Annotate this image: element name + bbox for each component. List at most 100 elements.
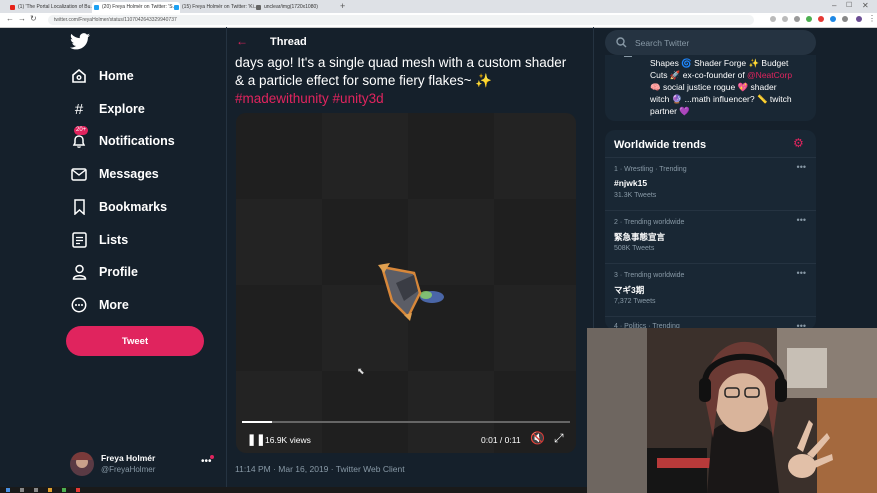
trend-count: 508K Tweets [614, 245, 655, 252]
account-handle: @FreyaHolmer [101, 465, 156, 474]
person-icon [70, 263, 88, 281]
reload-icon[interactable]: ↻ [30, 14, 37, 23]
new-tab-icon[interactable]: + [340, 1, 345, 11]
video-time: 0:01 / 0:11 [481, 435, 521, 445]
tweet-timestamp: 11:14 PM · Mar 16, 2019 · Twitter Web Cl… [235, 464, 405, 474]
nav-label: Explore [99, 102, 145, 116]
fullscreen-icon[interactable]: ⤢ [554, 431, 564, 446]
nav-home[interactable]: Home [70, 63, 134, 89]
trend-count: 31.3K Tweets [614, 192, 657, 199]
more-dots-icon[interactable]: ••• [797, 215, 806, 225]
extension-icon[interactable] [842, 16, 848, 22]
forward-arrow-icon[interactable]: → [18, 14, 26, 23]
avatar [70, 452, 94, 476]
pause-icon[interactable]: ❚❚ [247, 433, 265, 446]
twitter-favicon-icon [94, 5, 99, 10]
tweet-text-line-2: & a particle effect for some fiery flake… [235, 73, 585, 89]
nav-more[interactable]: More [70, 292, 129, 318]
taskbar-app-icon[interactable] [34, 488, 38, 492]
video-player[interactable]: ⬉ ❚❚ 16.9K views 0:01 / 0:11 🔇 ⤢ [236, 113, 576, 453]
nav-label: Notifications [99, 134, 175, 148]
twitter-logo-icon[interactable] [70, 33, 90, 55]
taskbar-app-icon[interactable] [62, 488, 66, 492]
trend-name: マギ3期 [614, 285, 645, 295]
nav-profile[interactable]: Profile [70, 259, 138, 285]
nav-label: More [99, 298, 129, 312]
url-field[interactable]: twitter.com/FreyaHolmer/status/110704264… [48, 15, 754, 25]
menu-kebab-icon[interactable]: ⋮ [868, 14, 876, 23]
nav-notifications[interactable]: 20+ Notifications [70, 126, 175, 154]
youtube-icon [10, 5, 15, 10]
trend-name: 緊急事態宣言 [614, 232, 666, 242]
back-arrow-icon[interactable]: ← [6, 14, 14, 23]
webcam-image [587, 328, 877, 493]
trend-count: 7,372 Tweets [614, 298, 656, 305]
nav-messages[interactable]: Messages [70, 161, 159, 187]
trend-item[interactable]: 2 · Trending worldwide 緊急事態宣言 508K Tweet… [605, 210, 816, 262]
search-placeholder: Search Twitter [635, 38, 690, 48]
sparkle-emoji-icon: ✨ [475, 73, 493, 88]
taskbar-app-icon[interactable] [20, 488, 24, 492]
thread-header-title: Thread [270, 36, 307, 48]
account-switcher[interactable]: Freya Holmér @FreyaHolmer ••• [70, 451, 230, 477]
more-dots-icon[interactable]: ••• [797, 162, 806, 172]
extension-icon[interactable] [770, 16, 776, 22]
notifications-badge: 20+ [74, 126, 89, 135]
minimize-icon[interactable]: – [832, 1, 836, 10]
unread-dot [210, 455, 214, 459]
extension-icon[interactable] [794, 16, 800, 22]
profile-bio-card: Shapes 🌀 Shader Forge ✨ Budget Cuts 🚀 ex… [605, 55, 816, 121]
more-dots-icon[interactable]: ••• [797, 268, 806, 278]
video-progress-bar[interactable] [242, 421, 570, 423]
bio-mention-link[interactable]: @NeatCorp [747, 70, 792, 80]
nav-bookmarks[interactable]: Bookmarks [70, 194, 167, 220]
gear-icon[interactable]: ⚙ [793, 136, 804, 150]
browser-tab[interactable]: (15) Freya Holmér on Twitter: 'Ki... [172, 2, 262, 13]
tab-title: (15) Freya Holmér on Twitter: 'Ki... [182, 4, 258, 10]
extension-icon[interactable] [818, 16, 824, 22]
envelope-icon [70, 165, 88, 183]
trend-item[interactable]: 3 · Trending worldwide マギ3期 7,372 Tweets… [605, 263, 816, 315]
mouse-cursor-icon: ⬉ [357, 366, 365, 376]
windows-start-icon[interactable] [6, 488, 10, 492]
bio-line: Shapes 🌀 Shader Forge ✨ Budget [650, 58, 789, 68]
maximize-icon[interactable]: ☐ [846, 1, 852, 9]
browser-tab-active[interactable]: (20) Freya Holmér on Twitter: 'S... [92, 2, 180, 13]
list-icon [70, 231, 88, 249]
tweet-hashtags[interactable]: #madewithunity #unity3d [235, 91, 384, 106]
trend-item[interactable]: 1 · Wrestling · Trending #njwk15 31.3K T… [605, 157, 816, 209]
extension-icon[interactable] [806, 16, 812, 22]
trends-title: Worldwide trends [614, 139, 707, 151]
bio-line: partner 💜 [650, 106, 690, 116]
tweet-text-line: days ago! It's a single quad mesh with a… [235, 55, 567, 70]
nav-lists[interactable]: Lists [70, 227, 128, 253]
bell-icon: 20+ [70, 126, 89, 150]
tweet-button[interactable]: Tweet [66, 326, 204, 356]
close-window-icon[interactable]: ✕ [862, 1, 869, 10]
search-input[interactable]: Search Twitter [605, 30, 816, 55]
nav-label: Home [99, 69, 134, 83]
twitter-favicon-icon [174, 5, 179, 10]
nav-explore[interactable]: # Explore [70, 96, 145, 122]
profile-avatar-icon[interactable] [856, 16, 862, 22]
rocket-sprite [378, 263, 444, 321]
tab-title: unclear/img(1720x1080) [264, 4, 318, 10]
os-taskbar [0, 487, 587, 493]
browser-tab-bar: (1) 'The Portal Localization of Bu... (2… [0, 0, 877, 13]
bio-line: Cuts 🚀 ex-co-founder of @NeatCorp [650, 70, 792, 81]
account-name: Freya Holmér [101, 453, 156, 463]
extension-icon[interactable] [782, 16, 788, 22]
bio-line: witch 🔮 ...math influencer? 📏 twitch [650, 94, 792, 104]
browser-tab[interactable]: unclear/img(1720x1080) [254, 2, 344, 13]
back-arrow-icon[interactable]: ← [236, 34, 248, 48]
hashtag-icon: # [74, 100, 84, 118]
taskbar-app-icon[interactable] [48, 488, 52, 492]
more-circle-icon [70, 296, 88, 314]
browser-tab[interactable]: (1) 'The Portal Localization of Bu... [8, 2, 100, 13]
search-icon [616, 37, 627, 48]
image-favicon-icon [256, 5, 261, 10]
trend-meta: 3 · Trending worldwide [614, 272, 685, 279]
mute-icon[interactable]: 🔇 [530, 431, 545, 445]
taskbar-app-icon[interactable] [76, 488, 80, 492]
extension-icon[interactable] [830, 16, 836, 22]
